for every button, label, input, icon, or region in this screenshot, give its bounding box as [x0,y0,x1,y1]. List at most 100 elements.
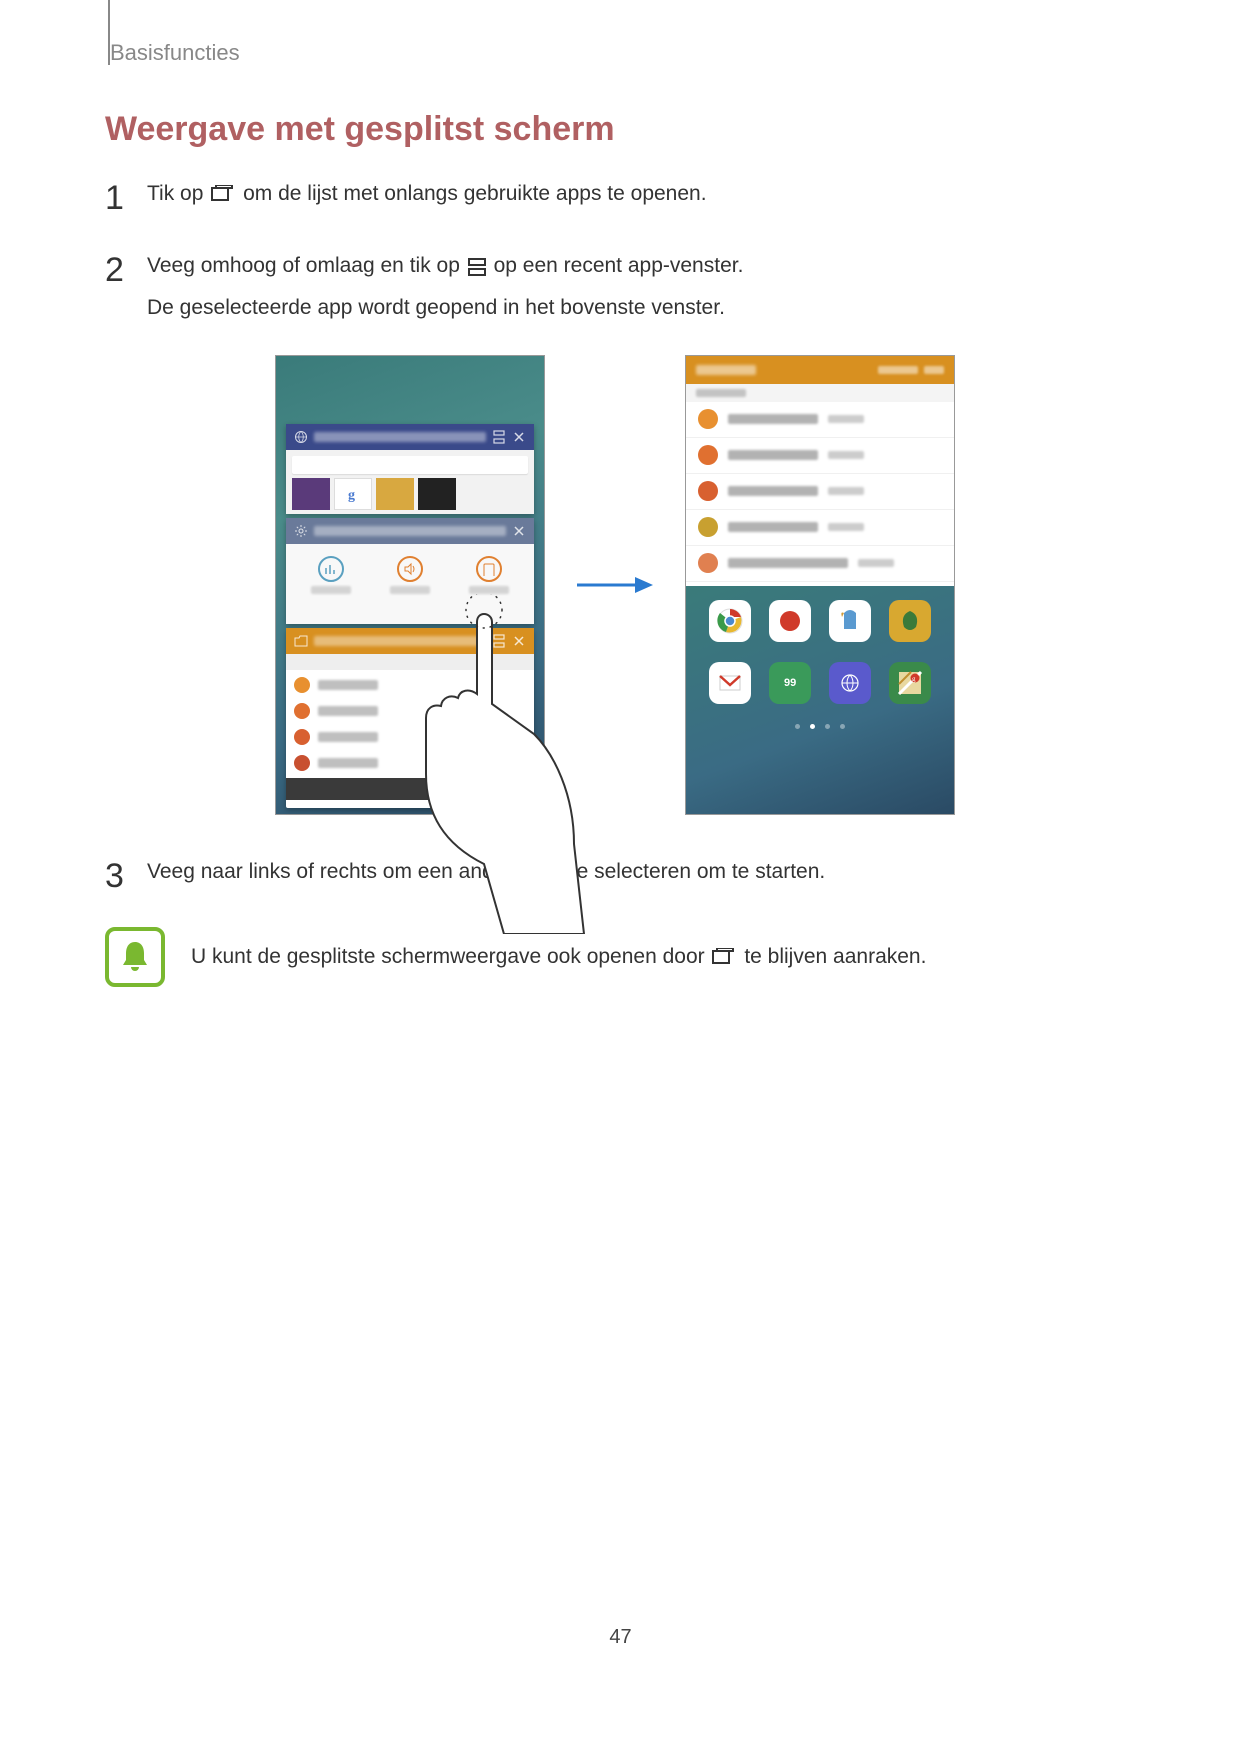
step-1-text-a: Tik op [147,182,209,205]
dot [825,724,830,729]
step-1-body: Tik op om de lijst met onlangs gebruikte… [147,177,1125,211]
name-blur [318,680,378,690]
size-blur [858,559,894,567]
step-2-line1-b: op een recent app-venster. [494,254,744,277]
maps-icon: g [889,662,931,704]
action-blur [878,366,918,374]
file-row-docs [286,750,534,776]
step-3-text: Veeg naar links of rechts om een andere … [147,860,825,883]
category-header [686,384,954,402]
app-icon-3 [829,600,871,642]
images-icon [294,677,310,693]
main-content: Weergave met gesplitst scherm 1 Tik op o… [105,110,1125,987]
hangouts-icon: 99 [769,662,811,704]
audio-icon [698,481,718,501]
card3-header [286,628,534,654]
gallery-icon [889,600,931,642]
file-row-videos [286,698,534,724]
title-blur [696,365,756,375]
split-icon [492,634,506,648]
size-blur [828,415,864,423]
file-row [686,474,954,510]
top-pane-myfiles [686,356,954,586]
internet-icon [829,662,871,704]
dot [795,724,800,729]
phone-before-screenshot: g [275,355,545,815]
tiles: g [292,478,528,510]
step-1-number: 1 [105,171,147,225]
file-row-audio [286,724,534,750]
videos-icon [698,445,718,465]
note-text-b: te blijven aanraken. [744,945,926,968]
download-icon [698,553,718,573]
data-usage-icon [318,556,344,582]
label-blur [469,586,509,594]
recents-icon [712,948,736,966]
card3-title-blur [314,636,486,646]
name-blur [318,706,378,716]
chrome-icon [709,600,751,642]
tile-google: g [334,478,372,510]
name-blur [318,758,378,768]
label-blur [390,586,430,594]
svg-text:99: 99 [784,677,796,689]
app-icon-2 [769,600,811,642]
top-app-bar [686,356,954,384]
page-indicator [700,724,940,729]
tile-4 [418,478,456,510]
note-text: U kunt de gesplitste schermweergave ook … [191,945,926,969]
breadcrumb: Basisfuncties [110,40,240,66]
step-1-text-b: om de lijst met onlangs gebruikte apps t… [243,182,706,205]
display-icon [476,556,502,582]
step-3-number: 3 [105,849,147,903]
card1-title-blur [314,432,486,442]
action-blur [924,366,944,374]
close-all-bar [286,778,534,800]
file-row-images [286,672,534,698]
card1-body: g [286,450,534,514]
section-title: Weergave met gesplitst scherm [105,110,1125,149]
card2-title-blur [314,526,506,536]
subcat-text-blur [696,389,746,397]
file-row [686,546,954,582]
svg-text:g: g [912,675,916,683]
label-blur [311,586,351,594]
size-blur [828,451,864,459]
step-3-body: Veeg naar links of rechts om een andere … [147,855,1125,889]
folder-icon [294,634,308,648]
step-2: 2 Veeg omhoog of omlaag en tik op op een… [105,249,1125,324]
note-row: U kunt de gesplitste schermweergave ook … [105,927,1125,987]
dot [840,724,845,729]
app-row-2: 99 g [700,662,940,704]
name-blur [728,486,818,496]
subheader [286,654,534,670]
docs-icon [294,755,310,771]
file-row [686,402,954,438]
sound-icon [397,556,423,582]
gmail-icon [709,662,751,704]
size-blur [828,487,864,495]
file-row [686,510,954,546]
app-row-1 [700,600,940,642]
tile-3 [376,478,414,510]
images-icon [698,409,718,429]
recent-card-settings [286,518,534,624]
name-blur [728,414,818,424]
name-blur [318,732,378,742]
documents-icon [698,517,718,537]
name-blur [728,450,818,460]
svg-text:g: g [348,488,355,503]
page-number: 47 [609,1626,631,1649]
card2-body [286,544,534,624]
audio-icon [294,729,310,745]
close-icon [512,524,526,538]
step-1: 1 Tik op om de lijst met onlangs gebruik… [105,177,1125,225]
gear-icon [294,524,308,538]
card1-header [286,424,534,450]
note-bell-icon [105,927,165,987]
arrow-right-icon [575,575,655,595]
quickaccess-bar [292,456,528,474]
bottom-pane-apps: 99 g [686,586,954,814]
step-2-body: Veeg omhoog of omlaag en tik op op een r… [147,249,1125,324]
step-3: 3 Veeg naar links of rechts om een ander… [105,855,1125,903]
